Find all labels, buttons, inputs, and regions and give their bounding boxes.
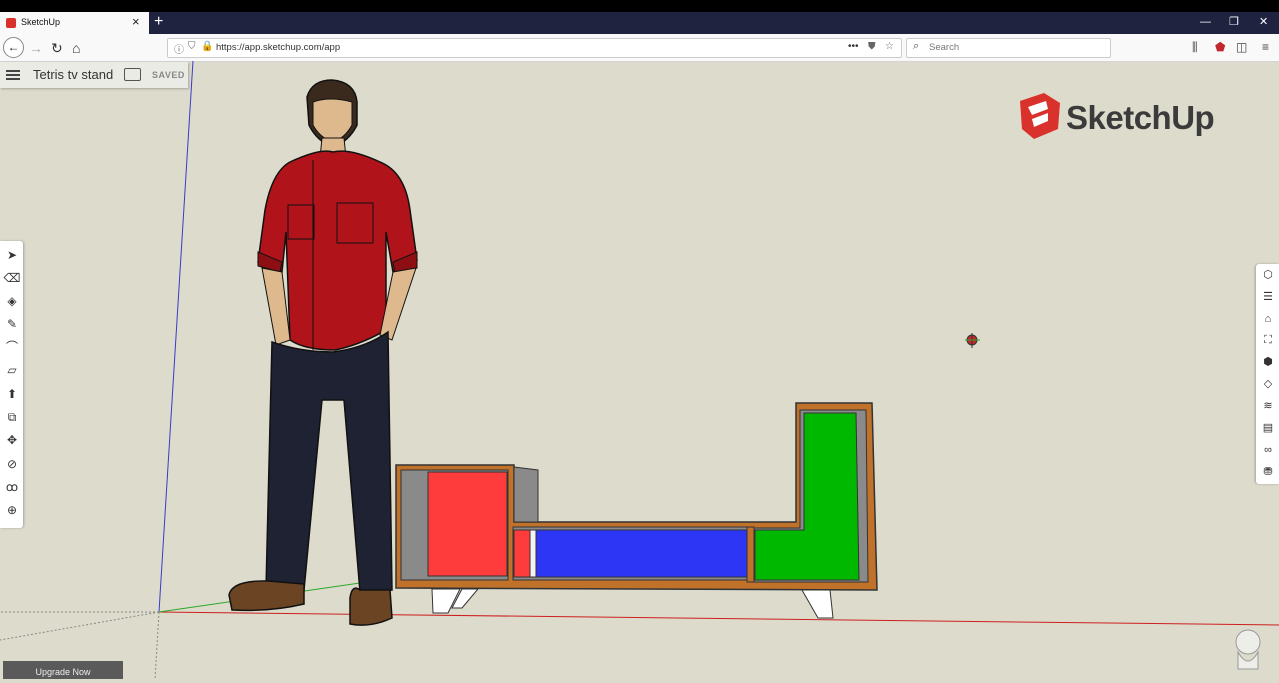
blue-axis	[158, 61, 194, 613]
styles-icon[interactable]: ◇	[1259, 375, 1277, 393]
library-icon[interactable]: ⫼	[1192, 40, 1198, 54]
browser-tab[interactable]: SketchUp ×	[0, 12, 149, 34]
stand-leg[interactable]	[801, 589, 834, 619]
paint-bucket-tool-icon[interactable]: ◈	[3, 292, 21, 310]
white-spacer[interactable]	[529, 529, 537, 578]
tetris-tv-stand[interactable]	[395, 402, 878, 619]
sketchup-favicon-icon	[6, 18, 16, 28]
bookmark-star-icon[interactable]: ☆	[885, 41, 894, 52]
orbit-cursor-icon	[965, 333, 980, 348]
blue-axis-dashed	[154, 611, 160, 679]
search-icon: ⌕	[913, 40, 920, 52]
instructor-icon[interactable]: ⌂	[1259, 310, 1277, 328]
entity-info-icon[interactable]: ⬡	[1259, 266, 1277, 284]
push-pull-tool-icon[interactable]: ⬆	[3, 385, 21, 403]
green-block[interactable]	[754, 412, 860, 581]
3d-warehouse-icon[interactable]: ⛃	[1259, 463, 1277, 481]
minimize-window-icon[interactable]: —	[1200, 15, 1211, 29]
restore-window-icon[interactable]: ❐	[1229, 15, 1239, 29]
document-title[interactable]: Tetris tv stand	[33, 67, 113, 82]
browser-tab-strip	[0, 12, 1279, 34]
sidebar-icon[interactable]: ◫	[1236, 40, 1247, 54]
offset-tool-icon[interactable]: ⧉	[3, 408, 21, 426]
select-tool-icon[interactable]: ➤	[3, 246, 21, 264]
modeling-canvas[interactable]	[0, 61, 1279, 679]
url-text[interactable]: https://app.sketchup.com/app	[216, 42, 340, 53]
eraser-tool-icon[interactable]: ⌫	[3, 269, 21, 287]
extension-icon[interactable]: ⬟	[1215, 40, 1225, 54]
red-block[interactable]	[427, 471, 508, 577]
tracking-shield-icon[interactable]: ⛉	[188, 41, 196, 52]
outliner-icon[interactable]: ☰	[1259, 288, 1277, 306]
home-button[interactable]: ⌂	[72, 40, 80, 56]
search-input[interactable]: ⌕ Search	[906, 38, 1111, 58]
blue-block[interactable]	[535, 529, 748, 578]
materials-icon[interactable]: ⬢	[1259, 353, 1277, 371]
close-window-icon[interactable]: ✕	[1259, 15, 1268, 29]
new-tab-button[interactable]: +	[154, 13, 163, 31]
sketchup-logo-icon	[1020, 93, 1060, 139]
forward-button[interactable]: →	[29, 40, 43, 56]
page-actions-icon[interactable]: •••	[848, 41, 859, 52]
rectangle-tool-icon[interactable]: ▱	[3, 361, 21, 379]
back-button[interactable]: ←	[3, 37, 24, 58]
sketchup-logo: SketchUp	[1018, 93, 1228, 141]
red-block-small[interactable]	[513, 529, 531, 578]
green-axis-dashed	[0, 611, 160, 641]
reload-button[interactable]: ↻	[51, 40, 63, 56]
red-axis	[158, 611, 1279, 626]
info-icon[interactable]: ⓘ	[174, 41, 184, 56]
arc-tool-icon[interactable]: ⌒	[3, 338, 21, 356]
left-top-opening[interactable]	[513, 466, 539, 523]
right-panel-toolbar: ⬡ ☰ ⌂ ⛶ ⬢ ◇ ≋ ▤ ∞ ⛃	[1256, 264, 1279, 484]
folder-icon[interactable]	[124, 68, 141, 81]
lock-icon[interactable]: 🔒	[201, 41, 213, 52]
logo-text: SketchUp	[1066, 99, 1215, 136]
pocket-icon[interactable]: ⛊	[868, 41, 876, 52]
search-placeholder: Search	[929, 42, 960, 53]
address-bar[interactable]: ⓘ ⛉ 🔒 https://app.sketchup.com/app ••• ⛊…	[167, 38, 902, 58]
display-icon[interactable]: ∞	[1259, 441, 1277, 459]
left-toolbar: ➤ ⌫ ◈ ✎ ⌒ ▱ ⬆ ⧉ ✥ ⊘ ꝏ ⊕	[0, 241, 23, 528]
document-header: Tetris tv stand SAVED	[0, 62, 188, 88]
close-tab-icon[interactable]: ×	[132, 15, 140, 28]
orbit-tool-icon[interactable]: ⊕	[3, 501, 21, 519]
hamburger-menu-icon[interactable]	[6, 68, 20, 82]
stand-divider[interactable]	[746, 526, 755, 583]
person-figure	[228, 79, 418, 626]
upgrade-now-button[interactable]: Upgrade Now	[3, 661, 123, 679]
footprints-tool-icon[interactable]: ꝏ	[3, 478, 21, 496]
tape-measure-tool-icon[interactable]: ⊘	[3, 455, 21, 473]
pencil-tool-icon[interactable]: ✎	[3, 315, 21, 333]
menu-icon[interactable]: ≡	[1262, 40, 1269, 54]
save-status: SAVED	[152, 70, 185, 80]
scenes-icon[interactable]: ▤	[1259, 419, 1277, 437]
components-icon[interactable]: ⛶	[1259, 331, 1277, 349]
screen-top-bar	[0, 0, 1279, 12]
tags-icon[interactable]: ≋	[1259, 397, 1277, 415]
profile-avatar[interactable]	[1235, 629, 1261, 670]
tab-title: SketchUp	[21, 17, 61, 27]
move-tool-icon[interactable]: ✥	[3, 431, 21, 449]
